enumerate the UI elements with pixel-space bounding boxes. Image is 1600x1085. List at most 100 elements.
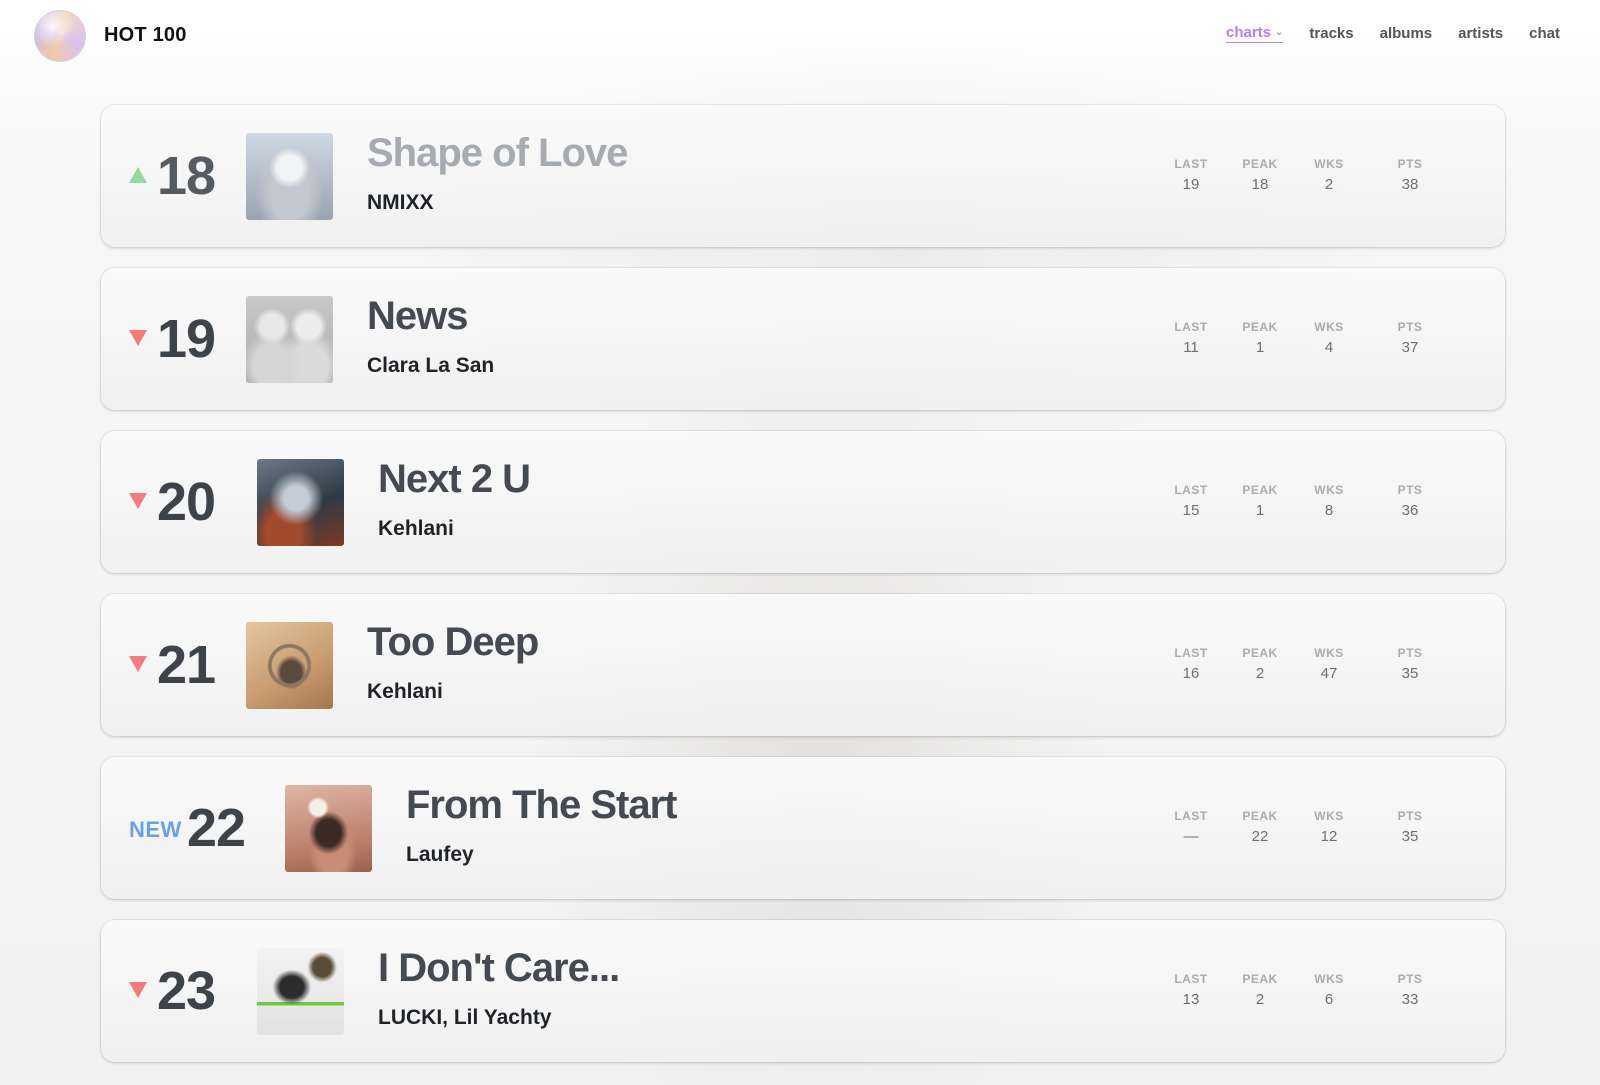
trend-down-icon: [129, 982, 147, 998]
stat-label: PTS: [1397, 483, 1423, 497]
nav-charts-label: charts: [1225, 24, 1272, 41]
stat-value: 1: [1255, 339, 1265, 356]
album-cover-image[interactable]: [246, 133, 333, 220]
stat-value: 18: [1251, 176, 1269, 193]
stat-value: 6: [1324, 991, 1334, 1008]
stat-label: PEAK: [1242, 320, 1278, 334]
stat-value: 15: [1182, 502, 1200, 519]
track-title[interactable]: Too Deep: [367, 620, 539, 665]
stat-value: 8: [1324, 502, 1334, 519]
stat-last: LAST 11: [1161, 320, 1221, 356]
nav-albums[interactable]: albums: [1380, 25, 1433, 42]
stat-value: 19: [1182, 176, 1200, 193]
stat-label: WKS: [1314, 320, 1344, 334]
stat-value: 47: [1320, 665, 1338, 682]
stat-wks: WKS 2: [1299, 157, 1359, 193]
stat-last: LAST 15: [1161, 483, 1221, 519]
stat-label: PEAK: [1242, 646, 1278, 660]
stat-value: 16: [1182, 665, 1200, 682]
stat-value: 36: [1401, 502, 1419, 519]
stat-label: LAST: [1174, 320, 1208, 334]
stat-value: 38: [1401, 176, 1419, 193]
rank-number: 21: [157, 635, 216, 695]
stat-last: LAST —: [1161, 809, 1221, 845]
stat-pts: PTS 38: [1380, 157, 1440, 193]
stat-wks: WKS 4: [1299, 320, 1359, 356]
track-title[interactable]: News: [367, 294, 468, 339]
artist-name[interactable]: Clara La San: [367, 354, 494, 378]
chart-row[interactable]: NEW 22 From The Start Laufey LAST — PEAK 2…: [101, 757, 1505, 899]
stat-peak: PEAK 1: [1230, 320, 1290, 356]
stat-label: PTS: [1397, 972, 1423, 986]
stat-label: PEAK: [1242, 157, 1278, 171]
stat-wks: WKS 8: [1299, 483, 1359, 519]
track-title[interactable]: I Don't Care...: [378, 946, 620, 991]
stat-value: 37: [1401, 339, 1419, 356]
album-cover-image[interactable]: [246, 622, 333, 709]
stat-label: LAST: [1174, 809, 1208, 823]
artist-name[interactable]: LUCKI, Lil Yachty: [378, 1006, 552, 1030]
stat-last: LAST 13: [1161, 972, 1221, 1008]
trend-down-icon: [129, 656, 147, 672]
stat-label: PTS: [1397, 320, 1423, 334]
stat-pts: PTS 33: [1380, 972, 1440, 1008]
stat-label: LAST: [1174, 972, 1208, 986]
stat-value: 11: [1183, 339, 1199, 356]
chart-row[interactable]: 20 Next 2 U Kehlani LAST 15 PEAK 1 WKS 8 PT…: [101, 431, 1505, 573]
artist-name[interactable]: Kehlani: [367, 680, 443, 704]
chart-row[interactable]: 18 Shape of Love NMIXX LAST 19 PEAK 18 WKS…: [101, 105, 1505, 247]
track-title[interactable]: Next 2 U: [378, 457, 531, 502]
main-nav: charts ⌄ tracks albums artists chat: [1225, 24, 1560, 43]
chart-row[interactable]: 23 I Don't Care... LUCKI, Lil Yachty LAS…: [101, 920, 1505, 1062]
album-cover-image[interactable]: [285, 785, 372, 872]
track-title[interactable]: From The Start: [406, 783, 677, 828]
top-bar: HOT 100 charts ⌄ tracks albums artists c…: [0, 0, 1600, 72]
artist-name[interactable]: Laufey: [406, 843, 474, 867]
stat-pts: PTS 37: [1380, 320, 1440, 356]
artist-name[interactable]: NMIXX: [367, 191, 434, 215]
nav-charts[interactable]: charts ⌄: [1225, 24, 1284, 43]
stat-peak: PEAK 1: [1230, 483, 1290, 519]
rank-number: 19: [157, 309, 216, 369]
stat-pts: PTS 36: [1380, 483, 1440, 519]
stat-label: WKS: [1314, 972, 1344, 986]
stat-value: —: [1183, 828, 1199, 845]
chart-row[interactable]: 21 Too Deep Kehlani LAST 16 PEAK 2 WKS 47 P…: [101, 594, 1505, 736]
rank-number: 22: [187, 798, 246, 858]
trend-down-icon: [129, 493, 147, 509]
nav-chat[interactable]: chat: [1529, 25, 1560, 42]
stat-value: 13: [1182, 991, 1200, 1008]
track-title[interactable]: Shape of Love: [367, 131, 628, 176]
stat-last: LAST 16: [1161, 646, 1221, 682]
stat-value: 1: [1255, 502, 1265, 519]
chart-list: 18 Shape of Love NMIXX LAST 19 PEAK 18 WKS…: [101, 105, 1505, 1083]
nav-artists[interactable]: artists: [1458, 25, 1503, 42]
stat-label: LAST: [1174, 483, 1208, 497]
album-cover-image[interactable]: [246, 296, 333, 383]
stat-label: LAST: [1174, 646, 1208, 660]
stat-label: PEAK: [1242, 483, 1278, 497]
stat-label: PEAK: [1242, 972, 1278, 986]
stat-value: 22: [1251, 828, 1269, 845]
stat-label: WKS: [1314, 483, 1344, 497]
stat-pts: PTS 35: [1380, 646, 1440, 682]
artist-name[interactable]: Kehlani: [378, 517, 454, 541]
album-cover-image[interactable]: [257, 948, 344, 1035]
stat-value: 35: [1401, 828, 1419, 845]
stat-label: PEAK: [1242, 809, 1278, 823]
chevron-down-icon: ⌄: [1275, 27, 1284, 38]
stat-peak: PEAK 22: [1230, 809, 1290, 845]
stat-value: 2: [1255, 665, 1265, 682]
nav-tracks[interactable]: tracks: [1309, 25, 1353, 42]
stat-value: 2: [1255, 991, 1265, 1008]
stat-peak: PEAK 2: [1230, 646, 1290, 682]
stat-wks: WKS 6: [1299, 972, 1359, 1008]
stat-value: 12: [1320, 828, 1338, 845]
rank-number: 20: [157, 472, 216, 532]
chart-row[interactable]: 19 News Clara La San LAST 11 PEAK 1 WKS 4 P…: [101, 268, 1505, 410]
logo-icon[interactable]: [34, 10, 86, 62]
album-cover-image[interactable]: [257, 459, 344, 546]
brand-title[interactable]: HOT 100: [104, 24, 187, 47]
stat-label: WKS: [1314, 809, 1344, 823]
stat-peak: PEAK 2: [1230, 972, 1290, 1008]
